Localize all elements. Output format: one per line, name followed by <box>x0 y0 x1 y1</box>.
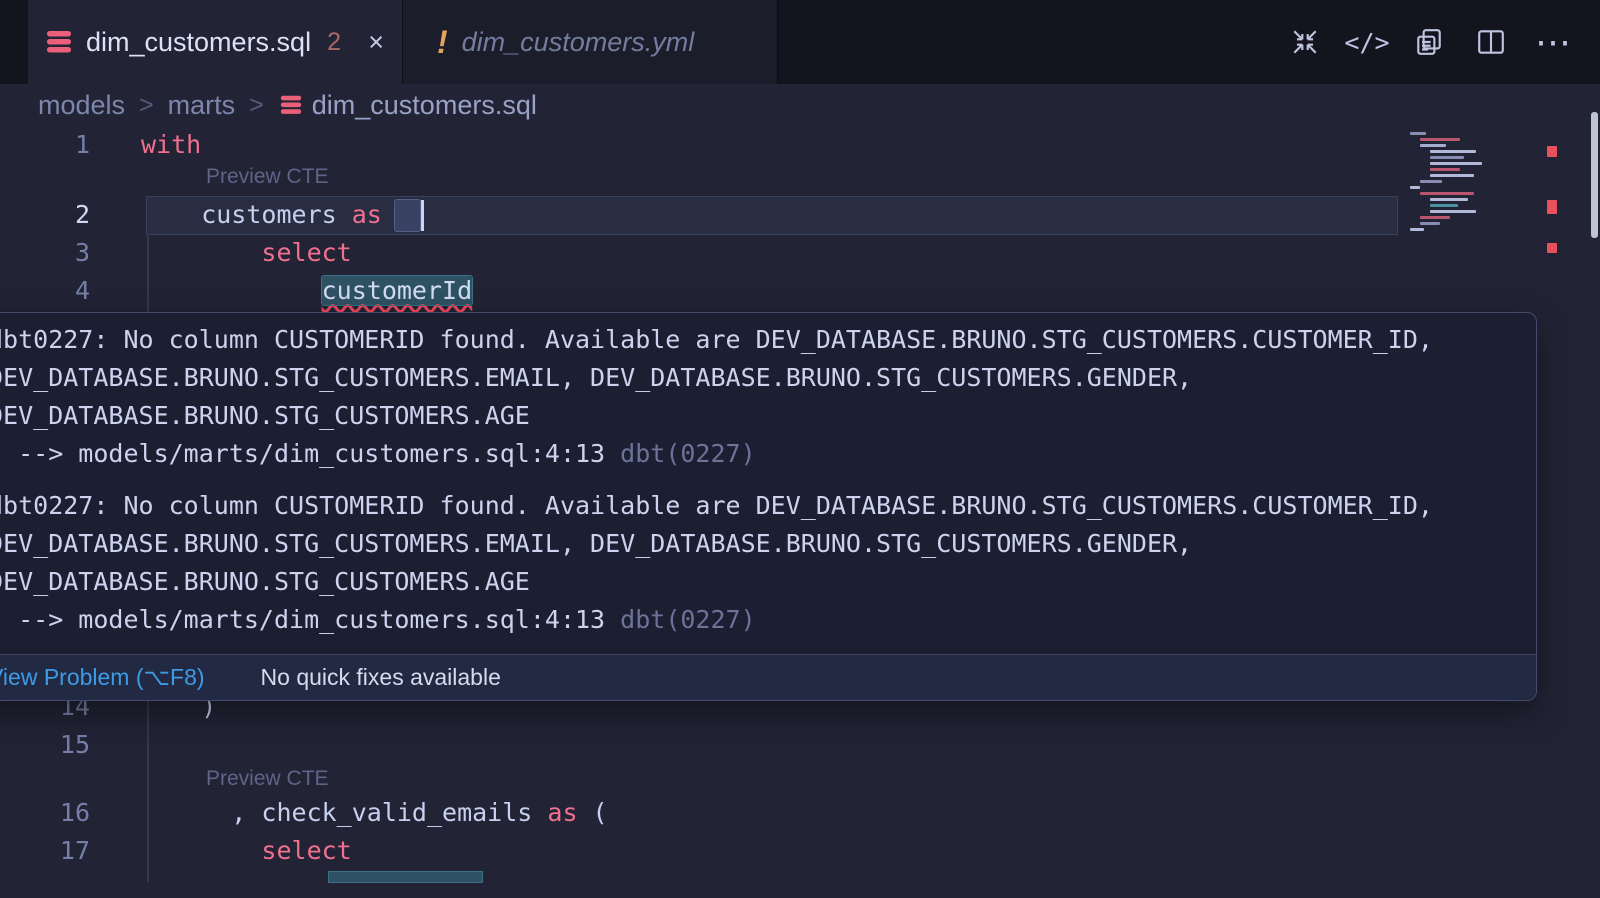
hover-footer: View Problem (⌥F8) No quick fixes availa… <box>0 654 1536 700</box>
tab-dim-customers-sql[interactable]: dim_customers.sql 2 × <box>28 0 403 84</box>
minimap-line <box>1430 162 1482 165</box>
close-icon[interactable]: × <box>368 27 384 58</box>
split-editor-button[interactable] <box>1474 25 1508 59</box>
code-token: select <box>261 238 351 267</box>
database-icon <box>280 94 302 116</box>
minimap-line <box>1420 144 1446 147</box>
minimap-line <box>1430 198 1468 201</box>
line-number: 3 <box>0 234 90 272</box>
code-token: ( <box>578 798 608 827</box>
problem-message: dbt0227: No column CUSTOMERID found. Ava… <box>0 487 1512 639</box>
error-ruler-mark <box>1547 243 1557 253</box>
code-line-2[interactable]: 2 customers as ( <box>0 196 1400 234</box>
code-token: with <box>141 130 201 159</box>
problems-hover-popup: dbt0227: No column CUSTOMERID found. Ava… <box>0 312 1537 701</box>
code-token: customers <box>141 200 352 229</box>
code-line-3[interactable]: 3 select <box>0 234 1400 272</box>
minimap-line <box>1410 228 1424 231</box>
line-number: 16 <box>0 794 90 832</box>
line-number: 17 <box>0 832 90 870</box>
minimap-line <box>1410 186 1420 189</box>
scrollbar-thumb[interactable] <box>1591 112 1598 238</box>
code-token <box>141 276 322 305</box>
code-line-17[interactable]: 17 select <box>0 832 1400 870</box>
minimap[interactable] <box>1404 126 1542 236</box>
dbt-power-user-icon[interactable] <box>1288 25 1322 59</box>
problem-count-badge: 2 <box>327 28 341 57</box>
minimap-line <box>1420 216 1450 219</box>
compress-arrows-icon <box>1290 27 1320 57</box>
breadcrumb-file[interactable]: dim_customers.sql <box>312 90 537 121</box>
problem-location: --> models/marts/dim_customers.sql:4:13 <box>0 439 605 468</box>
line-number: 15 <box>0 726 90 764</box>
minimap-line <box>1420 222 1440 225</box>
minimap-line <box>1430 168 1460 171</box>
minimap-line <box>1430 150 1476 153</box>
code-token: as <box>547 798 577 827</box>
minimap-line <box>1430 174 1474 177</box>
copy-icon <box>1414 27 1444 57</box>
line-18-highlight-sliver <box>329 872 482 882</box>
tab-label: dim_customers.yml <box>462 27 695 58</box>
line-number: 2 <box>0 196 90 234</box>
code-line-15[interactable]: 15 <box>0 726 1400 764</box>
more-actions-button[interactable]: ⋯ <box>1536 25 1570 59</box>
code-line-16[interactable]: 16 , check_valid_emails as ( <box>0 794 1400 832</box>
minimap-line <box>1430 210 1476 213</box>
breadcrumb-models[interactable]: models <box>38 90 125 121</box>
code-token <box>141 238 261 267</box>
minimap-line <box>1420 180 1442 183</box>
bracket-match-highlight <box>394 199 421 232</box>
chevron-right-icon: > <box>249 91 264 120</box>
show-compiled-code-button[interactable]: </> <box>1350 25 1384 59</box>
tab-label: dim_customers.sql <box>86 27 311 58</box>
code-token: , check_valid_emails <box>141 798 547 827</box>
no-quick-fixes-text: No quick fixes available <box>261 664 501 691</box>
ellipsis-icon: ⋯ <box>1535 25 1571 59</box>
problem-code: dbt(0227) <box>605 605 756 634</box>
code-token <box>141 836 261 865</box>
exclamation-icon: ! <box>437 24 448 61</box>
problem-message: dbt0227: No column CUSTOMERID found. Ava… <box>0 321 1512 473</box>
error-token-customerid: customerId <box>322 276 473 305</box>
code-token: as <box>352 200 382 229</box>
problem-location: --> models/marts/dim_customers.sql:4:13 <box>0 605 605 634</box>
copy-results-button[interactable] <box>1412 25 1446 59</box>
code-line-4[interactable]: 4 customerId <box>0 272 1400 310</box>
tab-bar: dim_customers.sql 2 × ! dim_customers.ym… <box>0 0 1600 84</box>
vscode-window: dim_customers.sql 2 × ! dim_customers.ym… <box>0 0 1600 898</box>
error-ruler-mark <box>1547 200 1557 214</box>
line-number: 1 <box>0 126 90 164</box>
breadcrumb-marts[interactable]: marts <box>168 90 236 121</box>
code-line-1[interactable]: 1 with <box>0 126 1400 164</box>
minimap-line <box>1430 204 1458 207</box>
view-problem-link[interactable]: View Problem (⌥F8) <box>0 664 205 691</box>
editor-toolbar: </> ⋯ <box>1288 0 1600 84</box>
breadcrumb: models > marts > dim_customers.sql <box>0 84 1600 126</box>
minimap-line <box>1430 156 1464 159</box>
error-ruler-mark <box>1547 146 1557 157</box>
tab-dim-customers-yml[interactable]: ! dim_customers.yml <box>403 0 778 84</box>
problem-code: dbt(0227) <box>605 439 756 468</box>
minimap-line <box>1410 132 1426 135</box>
chevron-right-icon: > <box>139 91 154 120</box>
text-cursor <box>421 200 424 231</box>
code-icon: </> <box>1344 28 1389 57</box>
code-token: select <box>261 836 351 865</box>
preview-cte-codelens[interactable]: Preview CTE <box>206 766 329 792</box>
minimap-line <box>1420 192 1474 195</box>
database-icon <box>46 29 72 55</box>
split-editor-icon <box>1476 27 1506 57</box>
preview-cte-codelens[interactable]: Preview CTE <box>206 164 329 190</box>
minimap-line <box>1420 138 1460 141</box>
line-number: 4 <box>0 272 90 310</box>
